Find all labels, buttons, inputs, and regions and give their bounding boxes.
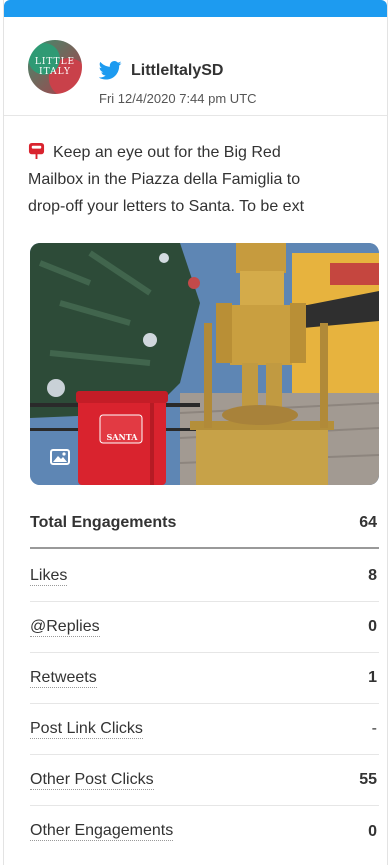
metric-value: 55 — [359, 771, 377, 788]
author-handle[interactable]: LittleItalySD — [131, 62, 223, 80]
metric-value: 0 — [368, 618, 377, 635]
metric-row-other-engagements: Other Engagements 0 — [30, 806, 379, 857]
tweet-text-line-3: drop-off your letters to Santa. To be ex… — [28, 198, 305, 215]
mailbox-sign-text: SANTA — [106, 432, 138, 442]
metric-label[interactable]: Retweets — [30, 669, 97, 688]
metric-value: 64 — [359, 513, 377, 531]
metric-row-post-link-clicks: Post Link Clicks - — [30, 704, 379, 755]
metric-value: - — [371, 720, 377, 737]
tweet-date: Fri 12/4/2020 7:44 pm UTC — [99, 91, 257, 106]
metric-row-total-engagements: Total Engagements 64 — [30, 498, 379, 549]
tweet-card: LITTLE ITALY LittleItalySD Fri 12/4/2020… — [3, 0, 388, 865]
tweet-header: LITTLE ITALY LittleItalySD Fri 12/4/2020… — [4, 17, 387, 116]
metric-value: 8 — [368, 567, 377, 584]
twitter-bird-icon — [99, 61, 122, 80]
metric-label[interactable]: Other Engagements — [30, 822, 174, 841]
metric-label[interactable]: Likes — [30, 567, 68, 586]
avatar-text-line-2: ITALY — [39, 67, 71, 77]
mailbox-emoji-icon — [28, 142, 45, 159]
author-row: LittleItalySD — [99, 61, 223, 80]
tweet-text: Keep an eye out for the Big Red Mailbox … — [28, 139, 368, 220]
metric-label[interactable]: @Replies — [30, 618, 100, 637]
metric-row-other-post-clicks: Other Post Clicks 55 — [30, 755, 379, 806]
avatar-text-line-1: LITTLE — [34, 57, 76, 67]
metric-label: Total Engagements — [30, 513, 177, 531]
metric-row-replies: @Replies 0 — [30, 602, 379, 653]
metric-row-likes: Likes 8 — [30, 551, 379, 602]
photo-scene — [30, 243, 379, 485]
metric-value: 1 — [368, 669, 377, 686]
metric-value: 0 — [368, 822, 377, 840]
image-icon — [47, 446, 73, 468]
tweet-media-photo[interactable]: SANTA — [30, 243, 379, 485]
tweet-text-line-1: Keep an eye out for the Big Red — [28, 139, 368, 166]
tweet-text-line-2: Mailbox in the Piazza della Famiglia to — [28, 171, 301, 188]
metric-label[interactable]: Other Post Clicks — [30, 771, 154, 790]
accent-bar — [4, 0, 387, 17]
metric-label[interactable]: Post Link Clicks — [30, 720, 143, 739]
avatar[interactable]: LITTLE ITALY — [28, 40, 82, 94]
metric-row-retweets: Retweets 1 — [30, 653, 379, 704]
